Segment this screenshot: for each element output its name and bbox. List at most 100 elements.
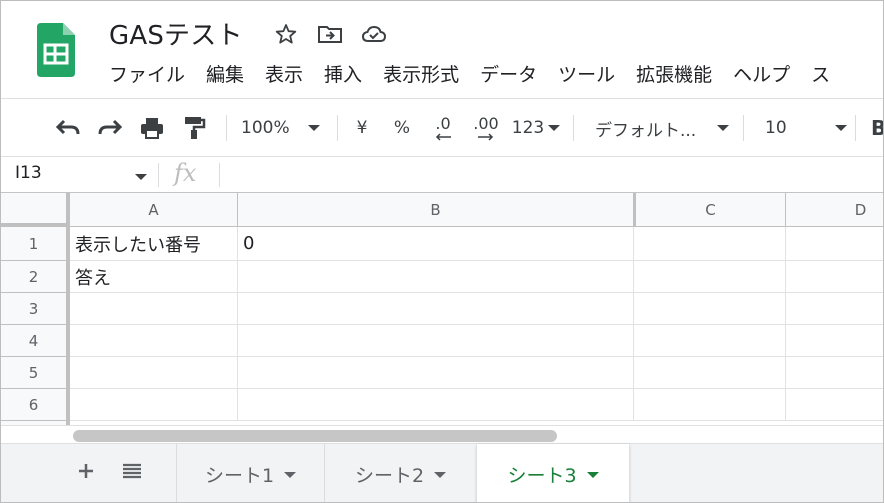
chevron-down-icon (434, 471, 447, 478)
chevron-down-icon (835, 125, 847, 131)
row-header-4[interactable]: 4 (1, 325, 70, 357)
sheet-tab-bar: シート1 シート2 シート3 (1, 443, 883, 502)
header: GASテスト ファイル 編集 表示 挿入 表示形式 データ ツール 拡張機能 ヘ… (1, 1, 883, 99)
spreadsheet-grid: A B C D 1 表示したい番号 0 2 答え 3 4 5 6 (1, 193, 883, 425)
horizontal-scrollbar[interactable] (1, 425, 883, 443)
chevron-down-icon (586, 471, 599, 478)
undo-icon[interactable] (53, 113, 83, 143)
menu-extensions[interactable]: 拡張機能 (636, 61, 712, 89)
cell-d3[interactable] (786, 293, 883, 325)
row-header-5[interactable]: 5 (1, 357, 70, 389)
number-format-select[interactable]: 123 (511, 113, 561, 143)
cell-b4[interactable] (238, 325, 634, 357)
cell-a5[interactable] (70, 357, 238, 389)
sheets-logo-icon[interactable] (37, 23, 75, 77)
menu-tools[interactable]: ツール (558, 61, 615, 89)
chevron-down-icon (307, 125, 320, 131)
chevron-down-icon (717, 125, 729, 131)
cell-a2[interactable]: 答え (70, 261, 238, 293)
cell-a1[interactable]: 表示したい番号 (70, 227, 238, 261)
chevron-down-icon (548, 125, 561, 131)
cell-b1[interactable]: 0 (238, 227, 634, 261)
menu-help[interactable]: ヘルプ (733, 61, 790, 89)
cell-a3[interactable] (70, 293, 238, 325)
menu-insert[interactable]: 挿入 (324, 61, 362, 89)
column-header-c[interactable]: C (634, 193, 786, 227)
percent-button[interactable]: % (391, 113, 413, 143)
star-icon[interactable] (271, 19, 301, 49)
menu-format[interactable]: 表示形式 (383, 61, 459, 89)
cell-a4[interactable] (70, 325, 238, 357)
menu-edit[interactable]: 編集 (206, 61, 244, 89)
formula-input[interactable] (227, 163, 867, 187)
bold-label: B (871, 116, 883, 140)
zoom-select[interactable]: 100% (241, 113, 327, 143)
redo-icon[interactable] (95, 113, 125, 143)
menu-bar: ファイル 編集 表示 挿入 表示形式 データ ツール 拡張機能 ヘルプ ス (109, 61, 851, 89)
cell-d5[interactable] (786, 357, 883, 389)
bold-button[interactable]: B (871, 113, 883, 143)
cell-c5[interactable] (634, 357, 786, 389)
font-size-value: 10 (765, 118, 787, 138)
row-header-1[interactable]: 1 (1, 227, 70, 261)
menu-view[interactable]: 表示 (265, 61, 303, 89)
cell-d6[interactable] (786, 389, 883, 421)
column-header-b[interactable]: B (238, 193, 634, 227)
chevron-down-icon (284, 471, 297, 478)
increase-decimal-button[interactable]: .00 (469, 113, 503, 143)
sheet-tab-2[interactable]: シート2 (324, 444, 476, 502)
menu-file[interactable]: ファイル (109, 61, 185, 89)
row-header-2[interactable]: 2 (1, 261, 70, 293)
cell-a6[interactable] (70, 389, 238, 421)
sheet-tab-1[interactable]: シート1 (176, 444, 324, 502)
decrease-decimal-label: .0 (435, 114, 451, 133)
sheet-tab-label: シート2 (354, 465, 425, 487)
cell-d1[interactable] (786, 227, 883, 261)
column-header-a[interactable]: A (70, 193, 238, 227)
increase-decimal-label: .00 (473, 114, 499, 133)
font-chevron[interactable] (715, 113, 731, 143)
name-box[interactable]: I13 (15, 163, 42, 183)
decrease-decimal-button[interactable]: .0 (427, 113, 459, 143)
fx-icon: fx (174, 159, 197, 187)
font-size-select[interactable]: 10 (765, 113, 847, 143)
cell-b5[interactable] (238, 357, 634, 389)
sheet-tab-3[interactable]: シート3 (477, 444, 629, 502)
cell-c1[interactable] (634, 227, 786, 261)
toolbar: 100% ¥ % .0 .00 123 デフォルト... 10 (1, 99, 883, 157)
document-title[interactable]: GASテスト (109, 15, 243, 52)
cell-b3[interactable] (238, 293, 634, 325)
select-all-corner[interactable] (1, 193, 70, 227)
cell-b2[interactable] (238, 261, 634, 293)
move-to-folder-icon[interactable] (315, 19, 345, 49)
row-header-6[interactable]: 6 (1, 389, 70, 421)
font-family-select[interactable]: デフォルト... (595, 113, 729, 143)
percent-label: % (393, 118, 411, 138)
cell-b6[interactable] (238, 389, 634, 421)
row-header-3[interactable]: 3 (1, 293, 70, 325)
column-header-d[interactable]: D (786, 193, 883, 227)
add-sheet-icon[interactable] (73, 458, 99, 484)
cell-d2[interactable] (786, 261, 883, 293)
formula-bar: I13 fx (1, 157, 883, 193)
currency-button[interactable]: ¥ (351, 113, 373, 143)
cloud-saved-icon[interactable] (359, 19, 389, 49)
menu-truncated[interactable]: ス (811, 61, 830, 89)
menu-data[interactable]: データ (480, 61, 537, 89)
number-format-label: 123 (511, 118, 545, 138)
paint-format-icon[interactable] (179, 113, 209, 143)
print-icon[interactable] (137, 113, 167, 143)
cell-d4[interactable] (786, 325, 883, 357)
cell-c4[interactable] (634, 325, 786, 357)
font-family-value: デフォルト... (595, 120, 697, 141)
all-sheets-menu-icon[interactable] (119, 458, 145, 484)
arrow-right-icon (478, 133, 494, 141)
sheet-tab-label: シート1 (204, 465, 275, 487)
arrow-left-icon (435, 133, 451, 141)
cell-c3[interactable] (634, 293, 786, 325)
sheet-tab-label: シート3 (507, 465, 577, 487)
cell-c6[interactable] (634, 389, 786, 421)
chevron-down-icon[interactable] (135, 174, 147, 180)
scrollbar-thumb[interactable] (73, 430, 557, 442)
cell-c2[interactable] (634, 261, 786, 293)
